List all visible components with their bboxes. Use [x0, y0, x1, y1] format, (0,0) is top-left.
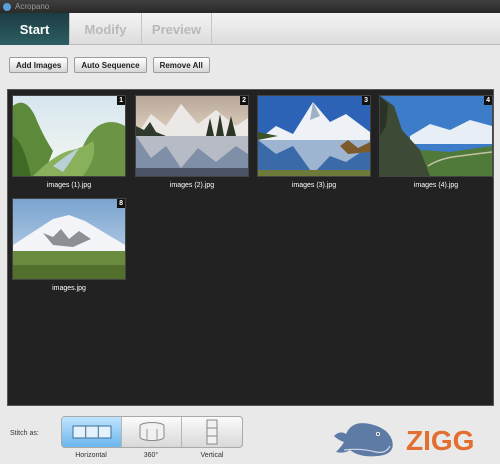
horizontal-stitch-icon: [72, 425, 111, 439]
image-filename: images.jpg: [52, 285, 86, 292]
stitch-as-label: Stitch as:: [10, 430, 39, 437]
toolbar: Add Images Auto Sequence Remove All: [0, 46, 500, 84]
image-filename: images (1).jpg: [46, 182, 92, 189]
stitch-horizontal-button[interactable]: [62, 417, 122, 447]
stitch-vertical-button[interactable]: [182, 417, 242, 447]
alpine-valley-image: [380, 96, 492, 176]
tab-modify[interactable]: Modify: [70, 13, 142, 45]
auto-sequence-button[interactable]: Auto Sequence: [74, 57, 147, 73]
360-stitch-icon: [139, 422, 164, 441]
image-order-number: 1: [117, 96, 125, 105]
thumbnail-frame: 2: [135, 95, 249, 177]
thumbnail-frame: 4: [379, 95, 493, 177]
app-logo-icon: [3, 2, 11, 11]
zigg-watermark-logo: ZIGG: [334, 423, 491, 457]
thumbnail-frame: 8: [12, 198, 126, 280]
vertical-stitch-icon: [206, 419, 218, 445]
image-filename: images (4).jpg: [413, 182, 459, 189]
image-order-number: 4: [484, 96, 492, 105]
image-filename: images (2).jpg: [169, 182, 215, 189]
stitch-mode-selector: [61, 416, 243, 448]
image-thumbnail[interactable]: 8 images.jpg: [12, 198, 126, 292]
thumbnail-frame: 3: [257, 95, 371, 177]
winter-lake-image: [136, 96, 248, 176]
image-filename: images (3).jpg: [291, 182, 337, 189]
zigg-logo-text: ZIGG: [406, 425, 474, 456]
image-thumbnail[interactable]: 1 images (1).jpg: [12, 95, 126, 189]
tab-preview[interactable]: Preview: [142, 13, 212, 45]
image-list-panel[interactable]: 1 images (1).jpg 2 images (2).jpg 3 imag…: [7, 89, 494, 406]
acropano-window: Acropano Start Modify Preview Add Images…: [0, 0, 500, 464]
window-title: Acropano: [15, 2, 50, 11]
tab-start[interactable]: Start: [0, 13, 70, 45]
image-order-number: 8: [117, 199, 125, 208]
volcano-image: [13, 199, 125, 279]
mountain-lake-image: [258, 96, 370, 176]
stitch-horizontal-label: Horizontal: [75, 452, 107, 459]
add-images-button[interactable]: Add Images: [9, 57, 69, 73]
image-thumbnail[interactable]: 4 images (4).jpg: [379, 95, 493, 189]
title-bar: Acropano: [0, 0, 500, 13]
valley-landscape-image: [13, 96, 125, 176]
image-order-number: 2: [240, 96, 248, 105]
thumbnail-frame: 1: [12, 95, 126, 177]
stitch-360-button[interactable]: [122, 417, 182, 447]
stitch-360-label: 360°: [143, 452, 159, 459]
tab-bar: Start Modify Preview: [0, 13, 500, 45]
image-thumbnail[interactable]: 2 images (2).jpg: [135, 95, 249, 189]
image-order-number: 3: [362, 96, 370, 105]
stitch-vertical-label: Vertical: [200, 452, 224, 459]
remove-all-button[interactable]: Remove All: [152, 57, 210, 73]
image-thumbnail[interactable]: 3 images (3).jpg: [257, 95, 371, 189]
